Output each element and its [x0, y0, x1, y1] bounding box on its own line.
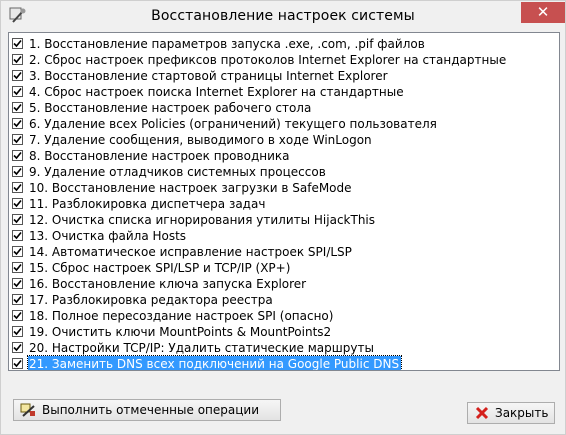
close-button[interactable]: Закрыть	[467, 402, 555, 424]
list-item-label: 3. Восстановление стартовой страницы Int…	[29, 69, 388, 83]
list-item-label: 18. Полное пересоздание настроек SPI (оп…	[29, 309, 334, 323]
checkbox-checked[interactable]	[12, 102, 23, 113]
list-item-label: 20. Настройки TCP/IP: Удалить статически…	[29, 341, 374, 355]
execute-button-label: Выполнить отмеченные операции	[42, 403, 259, 417]
list-item-label: 8. Восстановление настроек проводника	[29, 149, 290, 163]
list-item-label: 13. Очистка файла Hosts	[29, 229, 187, 243]
list-item-label: 17. Разблокировка редактора реестра	[29, 293, 273, 307]
checkbox-checked[interactable]	[12, 166, 23, 177]
list-item-label: 6. Удаление всех Policies (ограничений) …	[29, 117, 437, 131]
title-bar[interactable]: Восстановление настроек системы ✕	[1, 1, 565, 32]
red-x-icon	[475, 406, 489, 420]
checkmark-icon	[13, 359, 22, 368]
checkmark-icon	[13, 103, 22, 112]
list-item[interactable]: 8. Восстановление настроек проводника	[9, 148, 559, 164]
checkbox-checked[interactable]	[12, 118, 23, 129]
checkmark-icon	[13, 279, 22, 288]
tools-icon	[20, 403, 35, 417]
checkmark-icon	[13, 231, 22, 240]
checkbox-checked[interactable]	[12, 230, 23, 241]
checkbox-checked[interactable]	[12, 246, 23, 257]
list-item[interactable]: 18. Полное пересоздание настроек SPI (оп…	[9, 308, 559, 324]
checkbox-checked[interactable]	[12, 198, 23, 209]
list-item[interactable]: 7. Удаление сообщения, выводимого в ходе…	[9, 132, 559, 148]
list-item[interactable]: 20. Настройки TCP/IP: Удалить статически…	[9, 340, 559, 356]
checkmark-icon	[13, 119, 22, 128]
checkbox-checked[interactable]	[12, 70, 23, 81]
checkbox-checked[interactable]	[12, 54, 23, 65]
list-item-label: 19. Очистить ключи MountPoints & MountPo…	[29, 325, 332, 339]
list-item-label: 11. Разблокировка диспетчера задач	[29, 197, 266, 211]
checkbox-checked[interactable]	[12, 38, 23, 49]
checkmark-icon	[13, 295, 22, 304]
close-button-label: Закрыть	[495, 406, 549, 420]
checkbox-checked[interactable]	[12, 150, 23, 161]
list-item-label: 9. Удаление отладчиков системных процесс…	[29, 165, 326, 179]
checkmark-icon	[13, 343, 22, 352]
checkbox-checked[interactable]	[12, 262, 23, 273]
checkbox-checked[interactable]	[12, 134, 23, 145]
list-item-label: 15. Сброс настроек SPI/LSP и TCP/IP (XP+…	[29, 261, 291, 275]
list-item[interactable]: 5. Восстановление настроек рабочего стол…	[9, 100, 559, 116]
checkbox-checked[interactable]	[12, 310, 23, 321]
list-item[interactable]: 10. Восстановление настроек загрузки в S…	[9, 180, 559, 196]
list-item-label: 2. Сброс настроек префиксов протоколов I…	[29, 53, 507, 67]
checkmark-icon	[13, 167, 22, 176]
list-item[interactable]: 21. Заменить DNS всех подключений на Goo…	[9, 355, 559, 371]
list-item[interactable]: 1. Восстановление параметров запуска .ex…	[9, 36, 559, 52]
checkbox-checked[interactable]	[12, 358, 23, 369]
list-item[interactable]: 13. Очистка файла Hosts	[9, 228, 559, 244]
checkmark-icon	[13, 327, 22, 336]
execute-operations-button[interactable]: Выполнить отмеченные операции	[13, 399, 281, 421]
checkmark-icon	[13, 183, 22, 192]
list-item[interactable]: 3. Восстановление стартовой страницы Int…	[9, 68, 559, 84]
checkbox-checked[interactable]	[12, 294, 23, 305]
list-item[interactable]: 17. Разблокировка редактора реестра	[9, 292, 559, 308]
checkbox-checked[interactable]	[12, 182, 23, 193]
window-close-button[interactable]: ✕	[521, 2, 565, 23]
list-item-label: 7. Удаление сообщения, выводимого в ходе…	[29, 133, 372, 147]
list-item[interactable]: 11. Разблокировка диспетчера задач	[9, 196, 559, 212]
checkmark-icon	[13, 215, 22, 224]
list-item-label: 14. Автоматическое исправление настроек …	[29, 245, 352, 259]
window-title: Восстановление настроек системы	[151, 8, 415, 24]
operations-list[interactable]: 1. Восстановление параметров запуска .ex…	[8, 32, 560, 371]
checkbox-checked[interactable]	[12, 86, 23, 97]
list-item[interactable]: 15. Сброс настроек SPI/LSP и TCP/IP (XP+…	[9, 260, 559, 276]
checkmark-icon	[13, 151, 22, 160]
list-item-label: 12. Очистка списка игнорирования утилиты…	[29, 213, 376, 227]
list-item[interactable]: 16. Восстановление ключа запуска Explore…	[9, 276, 559, 292]
list-item[interactable]: 2. Сброс настроек префиксов протоколов I…	[9, 52, 559, 68]
list-item-label: 1. Восстановление параметров запуска .ex…	[29, 37, 425, 51]
checkbox-checked[interactable]	[12, 326, 23, 337]
list-item-label: 5. Восстановление настроек рабочего стол…	[29, 101, 312, 115]
list-item-label: 21. Заменить DNS всех подключений на Goo…	[26, 355, 403, 371]
dialog-window: Восстановление настроек системы ✕ 1. Вос…	[0, 0, 566, 435]
checkbox-checked[interactable]	[12, 342, 23, 353]
list-item[interactable]: 12. Очистка списка игнорирования утилиты…	[9, 212, 559, 228]
list-item-label: 4. Сброс настроек поиска Internet Explor…	[29, 85, 404, 99]
list-item[interactable]: 14. Автоматическое исправление настроек …	[9, 244, 559, 260]
checkbox-checked[interactable]	[12, 278, 23, 289]
list-item[interactable]: 4. Сброс настроек поиска Internet Explor…	[9, 84, 559, 100]
list-item[interactable]: 9. Удаление отладчиков системных процесс…	[9, 164, 559, 180]
checkmark-icon	[13, 55, 22, 64]
checkbox-checked[interactable]	[12, 214, 23, 225]
checkmark-icon	[13, 135, 22, 144]
list-item[interactable]: 19. Очистить ключи MountPoints & MountPo…	[9, 324, 559, 340]
checkmark-icon	[13, 311, 22, 320]
checkmark-icon	[13, 199, 22, 208]
list-item-label: 16. Восстановление ключа запуска Explore…	[29, 277, 307, 291]
checkmark-icon	[13, 71, 22, 80]
list-item[interactable]: 6. Удаление всех Policies (ограничений) …	[9, 116, 559, 132]
checkmark-icon	[13, 87, 22, 96]
checkmark-icon	[13, 247, 22, 256]
checkmark-icon	[13, 39, 22, 48]
checkmark-icon	[13, 263, 22, 272]
list-item-label: 10. Восстановление настроек загрузки в S…	[29, 181, 352, 195]
